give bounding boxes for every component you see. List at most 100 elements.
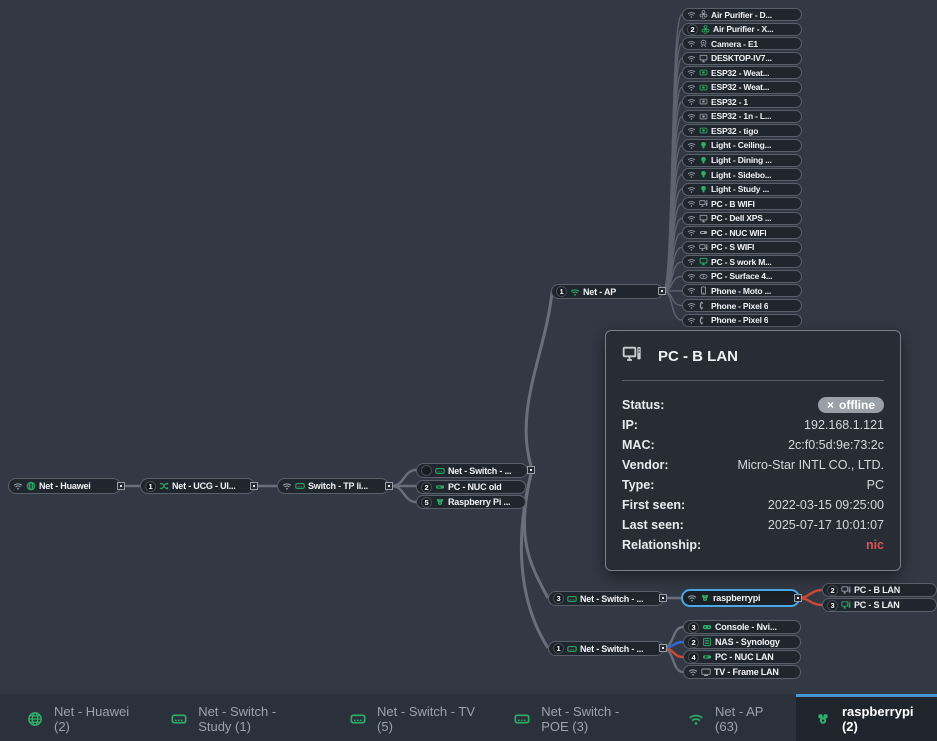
camera-icon <box>699 39 708 48</box>
node-label: ESP32 - Weat... <box>711 82 769 92</box>
device-node[interactable]: ESP32 - 1 <box>682 95 802 108</box>
device-node[interactable]: 2Air Purifier - X... <box>682 23 802 36</box>
collapse-button-raspberrypi[interactable] <box>794 594 802 602</box>
count-badge: 3 <box>827 600 838 611</box>
node-net-switch-study[interactable]: Net - Switch - ... <box>416 463 528 478</box>
wifi-icon <box>687 301 696 310</box>
minipc-icon <box>699 228 708 237</box>
device-node[interactable]: Light - Study ... <box>682 183 802 196</box>
node-net-switch-poe[interactable]: 1Net - Switch - ... <box>548 641 664 656</box>
globe-icon <box>26 481 36 491</box>
node-label: Light - Sidebo... <box>711 170 771 180</box>
node-net-ucg[interactable]: 1Net - UCG - Ul... <box>140 478 255 494</box>
raspberry-icon <box>435 497 445 507</box>
tab-net-switch-tv-5[interactable]: Net - Switch - TV (5) <box>331 694 495 741</box>
monitor-tower-icon <box>699 199 708 208</box>
tab-raspberrypi-2[interactable]: raspberrypi (2) <box>796 694 937 741</box>
monitor-tower-icon <box>841 585 851 595</box>
wifi-icon <box>687 214 696 223</box>
tab-label: Net - Switch - TV (5) <box>377 704 476 734</box>
device-node[interactable]: Air Purifier - D... <box>682 8 802 21</box>
node-pc-nuc-lan[interactable]: 4PC - NUC LAN <box>683 650 801 664</box>
node-label: Air Purifier - D... <box>711 10 772 20</box>
device-node[interactable]: ESP32 - Weat... <box>682 66 802 79</box>
device-node[interactable]: Camera - E1 <box>682 37 802 50</box>
raspberry-icon <box>815 711 831 727</box>
tab-label: Net - Switch - Study (1) <box>198 704 312 734</box>
popup-row-relationship: Relationship: nic <box>622 535 884 555</box>
count-badge: 5 <box>421 497 432 508</box>
node-pc-nuc-old[interactable]: 2PC - NUC old <box>416 480 526 494</box>
monitor-icon <box>699 257 708 266</box>
node-net-switch-tv[interactable]: 3Net - Switch - ... <box>548 591 664 606</box>
node-raspberrypi-selected[interactable]: raspberrypi <box>681 589 800 607</box>
tab-net-ap-63[interactable]: Net - AP (63) <box>669 694 796 741</box>
node-pc-b-lan[interactable]: 2PC - B LAN <box>822 583 937 597</box>
collapse-button-switch-study[interactable] <box>527 466 535 474</box>
collapse-button-switch-poe[interactable] <box>659 644 667 652</box>
device-node[interactable]: PC - S work M... <box>682 255 802 268</box>
node-switch-tp[interactable]: Switch - TP li... <box>277 478 389 494</box>
node-tv-frame-lan[interactable]: TV - Frame LAN <box>683 665 801 679</box>
switch-icon <box>350 711 366 727</box>
wifi-icon <box>687 83 696 92</box>
node-label: Net - UCG - Ul... <box>172 481 236 491</box>
switch-icon <box>514 711 530 727</box>
monitor-icon <box>699 214 708 223</box>
node-label: Phone - Pixel 6 <box>711 315 768 325</box>
device-node[interactable]: PC - Surface 4... <box>682 270 802 283</box>
collapse-button-net-ap[interactable] <box>658 287 666 295</box>
device-node[interactable]: ESP32 - 1n - L... <box>682 110 802 123</box>
monitor-tower-icon <box>699 243 708 252</box>
minipc-icon <box>435 482 445 492</box>
node-label: ESP32 - 1n - L... <box>711 111 771 121</box>
device-node[interactable]: PC - Dell XPS ... <box>682 212 802 225</box>
device-node[interactable]: PC - S WIFI <box>682 241 802 254</box>
device-node[interactable]: Phone - Pixel 6 <box>682 299 802 312</box>
collapse-button-switch-tp[interactable] <box>385 482 393 490</box>
bulb-icon <box>699 156 708 165</box>
switch-icon <box>567 594 577 604</box>
node-raspberry-pi[interactable]: 5 Raspberry Pi ... <box>416 495 526 509</box>
device-node[interactable]: ESP32 - tigo <box>682 124 802 137</box>
tab-net-switch-study-1[interactable]: Net - Switch - Study (1) <box>152 694 331 741</box>
device-node[interactable]: Phone - Moto ... <box>682 284 802 297</box>
edge-switchtp-study <box>392 470 416 486</box>
collapse-button-switch-tv[interactable] <box>659 594 667 602</box>
device-node[interactable]: Light - Dining ... <box>682 154 802 167</box>
fan-icon <box>699 10 708 19</box>
node-label: Raspberry Pi ... <box>448 497 510 507</box>
bulb-icon <box>699 170 708 179</box>
node-net-huawei[interactable]: Net - Huawei <box>8 478 121 494</box>
node-label: PC - Surface 4... <box>711 271 772 281</box>
tab-net-switch-poe-3[interactable]: Net - Switch - POE (3) <box>495 694 669 741</box>
device-node[interactable]: Light - Sidebo... <box>682 168 802 181</box>
node-label: PC - B LAN <box>854 585 900 595</box>
node-nas-synology[interactable]: 2NAS - Synology <box>683 635 801 649</box>
wifi-icon <box>687 126 696 135</box>
count-badge: 3 <box>688 622 699 633</box>
edge-study-ap <box>526 292 552 466</box>
node-net-ap[interactable]: 1Net - AP <box>551 284 663 299</box>
wifi-icon <box>687 97 696 106</box>
tab-net-huawei-2[interactable]: Net - Huawei (2) <box>8 694 152 741</box>
popup-divider <box>622 380 884 381</box>
switch-icon <box>171 711 187 727</box>
node-label: PC - S WIFI <box>711 242 754 252</box>
node-label: Net - Switch - ... <box>580 644 643 654</box>
collapse-button-huawei[interactable] <box>117 482 125 490</box>
board-icon <box>699 126 708 135</box>
collapse-button-ucg[interactable] <box>250 482 258 490</box>
device-node[interactable]: Phone - Pixel 6 <box>682 314 802 327</box>
device-node[interactable]: PC - NUC WIFI <box>682 226 802 239</box>
node-console-nvidia[interactable]: 3Console - Nvi... <box>683 620 801 634</box>
device-node[interactable]: PC - B WIFI <box>682 197 802 210</box>
wifi-icon <box>687 243 696 252</box>
node-label: PC - Dell XPS ... <box>711 213 771 223</box>
device-node[interactable]: Light - Ceiling... <box>682 139 802 152</box>
monitor-icon <box>699 54 708 63</box>
node-pc-s-lan[interactable]: 3PC - S LAN <box>822 598 937 612</box>
device-node[interactable]: ESP32 - Weat... <box>682 81 802 94</box>
device-node[interactable]: DESKTOP-IV7... <box>682 52 802 65</box>
popup-row-first-seen: First seen: 2022-03-15 09:25:00 <box>622 495 884 515</box>
